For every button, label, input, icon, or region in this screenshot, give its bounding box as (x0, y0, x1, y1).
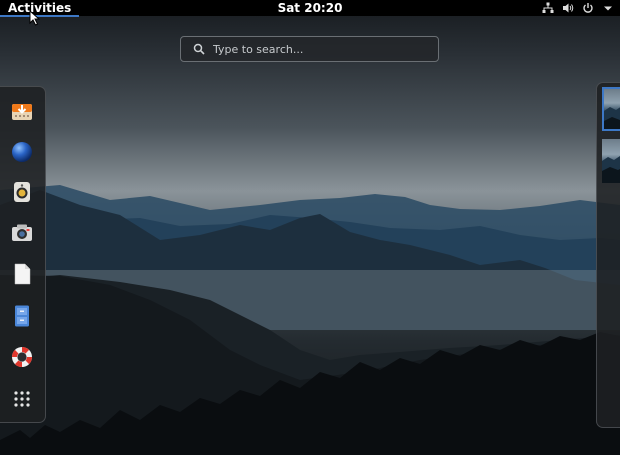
clock-display: Sat 20:20 (0, 0, 620, 16)
workspace-switcher (596, 82, 620, 428)
workspace-thumbnail-1[interactable] (602, 87, 620, 131)
dash-item-text-editor[interactable] (8, 260, 36, 288)
browser-globe-icon (12, 142, 32, 162)
workspace-preview (604, 107, 620, 129)
dash-item-files[interactable] (8, 302, 36, 330)
menu-arrow-icon[interactable] (602, 2, 614, 14)
camera-icon (12, 224, 32, 241)
dash-item-camera[interactable] (8, 219, 36, 247)
speaker-icon (14, 182, 30, 202)
dash-item-software-installer[interactable] (8, 98, 36, 126)
document-icon (14, 263, 31, 285)
network-icon[interactable] (542, 2, 554, 14)
software-install-icon (12, 104, 32, 120)
volume-icon[interactable] (562, 2, 574, 14)
dash-item-web-browser[interactable] (8, 138, 36, 166)
lifebuoy-icon (12, 347, 32, 367)
dash-item-help[interactable] (8, 343, 36, 371)
system-tray[interactable] (542, 0, 614, 16)
workspace-preview (602, 156, 620, 183)
search-icon (193, 43, 205, 55)
mountain-landscape (0, 185, 620, 455)
dash-item-music-player[interactable] (8, 178, 36, 206)
search-bar[interactable] (180, 36, 439, 62)
file-cabinet-icon (15, 305, 29, 327)
dash-panel (0, 86, 46, 423)
power-icon[interactable] (582, 2, 594, 14)
desktop-wallpaper (0, 0, 620, 455)
top-bar: Activities Sat 20:20 (0, 0, 620, 17)
dash-item-show-applications[interactable] (8, 385, 36, 413)
app-grid-icon (14, 391, 30, 407)
clock-label[interactable]: Sat 20:20 (278, 1, 343, 15)
workspace-thumbnail-2[interactable] (602, 139, 620, 183)
search-input[interactable] (213, 42, 438, 56)
mouse-cursor-icon (29, 10, 40, 26)
